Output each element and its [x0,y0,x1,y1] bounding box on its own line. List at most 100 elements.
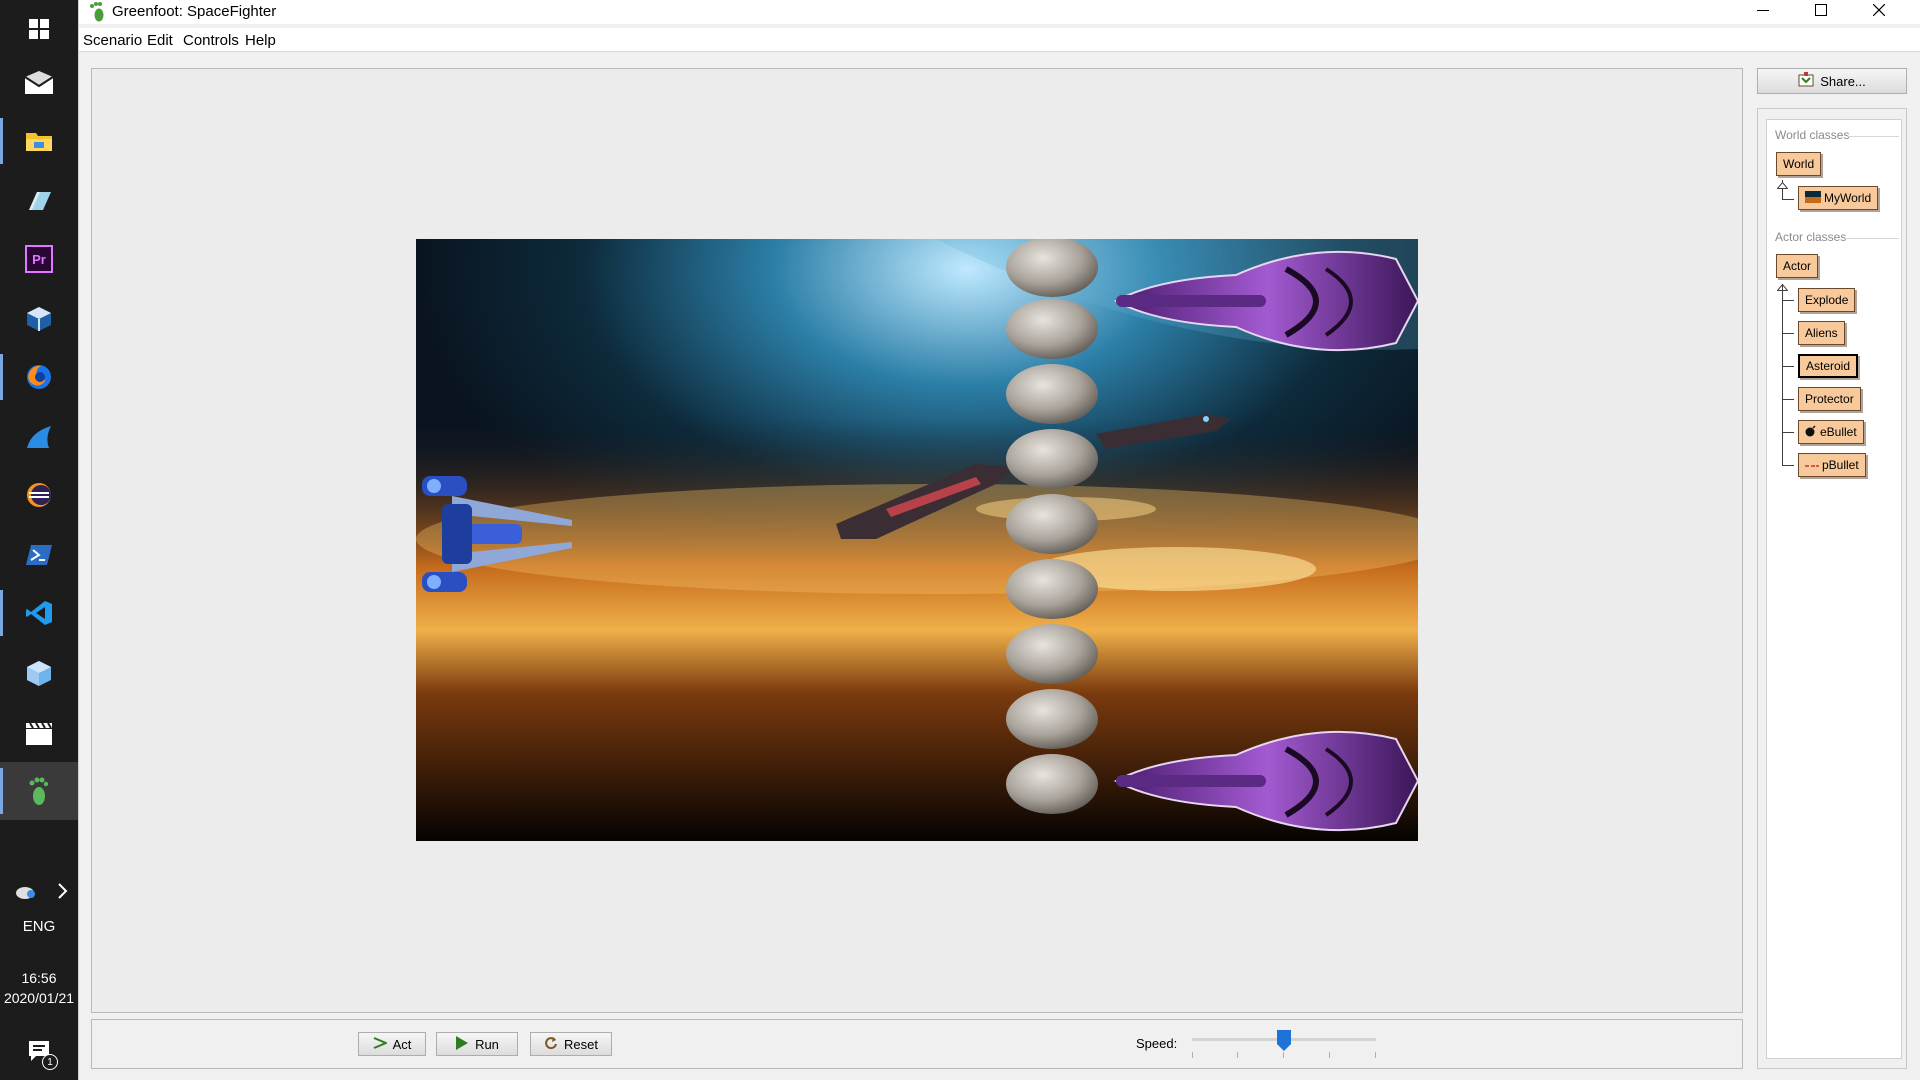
taskbar-sql-developer[interactable] [0,408,78,466]
class-aliens[interactable]: Aliens [1798,321,1845,345]
taskbar-powershell[interactable] [0,526,78,584]
taskbar-3d-box[interactable] [0,644,78,702]
premiere-pro-icon: Pr [25,245,53,273]
class-pbullet-label: pBullet [1822,458,1859,472]
menu-bar: Scenario Edit Controls Help [79,28,1920,52]
taskbar-eclipse[interactable] [0,466,78,524]
world-classes-label: World classes [1775,128,1850,142]
world-canvas[interactable] [416,239,1418,841]
notification-count: 1 [42,1054,58,1070]
clock[interactable]: 16:56 2020/01/21 [0,968,78,1009]
windows-taskbar: Pr ENG 16:56 2020/01/21 1 [0,0,78,1080]
clock-date: 2020/01/21 [3,990,75,1007]
taskbar-eraser-app[interactable] [0,172,78,230]
run-label: Run [475,1036,499,1052]
scene-view [416,239,1418,841]
mail-icon [24,68,54,98]
section-divider [1847,136,1899,137]
share-label: Share... [1820,73,1866,89]
actor-classes-label: Actor classes [1775,230,1847,244]
inheritance-line [1782,465,1794,466]
speed-slider-thumb[interactable] [1277,1030,1291,1051]
maximize-icon [1815,3,1827,21]
taskbar-vscode[interactable] [0,584,78,642]
taskbar-mail[interactable] [0,54,78,112]
class-myworld-label: MyWorld [1824,191,1872,205]
vscode-icon [24,598,54,628]
class-diagram: World classes World MyWorld Actor classe… [1766,119,1902,1059]
taskbar-virtualbox[interactable] [0,290,78,348]
clock-time: 16:56 [21,970,57,986]
notification-icon: 1 [24,1036,58,1070]
myworld-thumbnail-icon [1805,190,1821,206]
taskbar-premiere-pro[interactable]: Pr [0,230,78,288]
inheritance-arrow-icon [1776,176,1789,194]
class-asteroid[interactable]: Asteroid [1798,354,1859,378]
eclipse-icon [24,480,54,510]
eraser-app-icon [24,186,54,216]
maximize-button[interactable] [1792,0,1850,24]
reset-icon [544,1036,558,1053]
chevron-right-icon[interactable] [56,882,68,905]
menu-help[interactable]: Help [245,32,276,49]
inheritance-line [1782,284,1783,466]
inheritance-line [1782,333,1794,334]
asteroid-column [1006,239,1098,814]
language-indicator[interactable]: ENG [0,918,78,935]
class-explode[interactable]: Explode [1798,288,1856,312]
taskbar-clapperboard[interactable] [0,704,78,762]
controls-panel: Act Run Reset Speed: [91,1019,1743,1069]
inheritance-line [1782,366,1794,367]
share-button[interactable]: Share... [1757,68,1907,94]
speed-label: Speed: [1136,1036,1178,1051]
inheritance-line [1782,432,1794,433]
title-bar[interactable]: Greenfoot: SpaceFighter [79,0,1920,24]
windows-start-icon [24,14,54,44]
reset-label: Reset [564,1036,598,1052]
taskbar-greenfoot[interactable] [0,762,78,820]
act-button[interactable]: Act [358,1032,426,1056]
act-label: Act [392,1036,412,1052]
inheritance-line [1782,399,1794,400]
speed-slider[interactable] [1192,1028,1376,1062]
file-explorer-icon [24,126,54,156]
class-myworld[interactable]: MyWorld [1798,186,1879,210]
section-divider [1845,238,1899,239]
class-protector[interactable]: Protector [1798,387,1861,411]
start-button[interactable] [0,0,78,58]
menu-edit[interactable]: Edit [147,32,173,49]
class-world[interactable]: World [1776,152,1822,176]
menu-scenario[interactable]: Scenario [83,32,142,49]
class-ebullet-label: eBullet [1820,425,1857,439]
taskbar-file-explorer[interactable] [0,112,78,170]
3d-box-icon [24,658,54,688]
action-center-button[interactable]: 1 [0,1022,78,1080]
powershell-icon [24,540,54,570]
close-button[interactable] [1850,0,1908,24]
window-title: Greenfoot: SpaceFighter [112,3,277,20]
app-footprint-icon [89,2,107,27]
world-panel [91,68,1743,1013]
menu-controls[interactable]: Controls [183,32,239,49]
class-diagram-panel: World classes World MyWorld Actor classe… [1757,108,1907,1069]
weather-icon[interactable] [14,882,38,905]
play-icon [455,1035,469,1053]
class-actor[interactable]: Actor [1776,254,1819,278]
sql-developer-icon [24,422,54,452]
share-icon [1798,71,1814,91]
taskbar-firefox[interactable] [0,348,78,406]
greenfoot-icon [24,776,54,806]
class-ebullet[interactable]: eBullet [1798,420,1864,444]
class-pbullet[interactable]: pBullet [1798,453,1866,477]
reset-button[interactable]: Reset [530,1032,612,1056]
system-tray [14,880,68,906]
run-button[interactable]: Run [436,1032,518,1056]
inheritance-line [1782,300,1794,301]
minimize-button[interactable] [1734,0,1792,24]
step-icon [373,1036,389,1052]
close-icon [1872,3,1886,21]
clapperboard-icon [24,718,54,748]
inheritance-line [1782,199,1794,200]
minimize-icon [1757,3,1769,21]
bomb-icon [1805,424,1817,440]
